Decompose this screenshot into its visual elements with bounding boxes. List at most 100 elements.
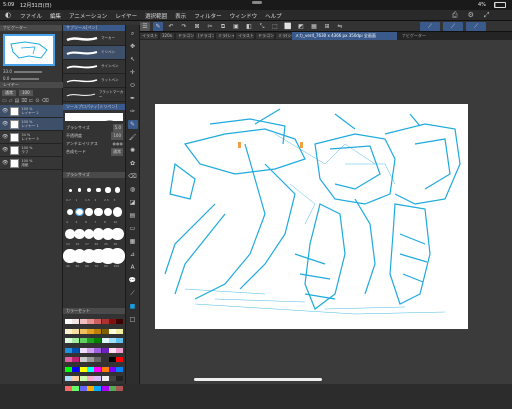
brush-size-preset[interactable] (86, 187, 92, 193)
tab-item[interactable]: イラスト(レイヤー) (236, 33, 255, 39)
color-swatch[interactable] (79, 347, 87, 353)
stabilizer-preset-1[interactable]: ⟋ (420, 22, 440, 31)
blend-value[interactable]: 通常 (111, 148, 123, 156)
color-swatch[interactable] (101, 385, 109, 391)
sub-color-icon[interactable]: □ (128, 315, 138, 324)
color-swatch[interactable] (116, 347, 124, 353)
color-swatch[interactable] (72, 338, 80, 343)
color-swatch[interactable] (65, 366, 72, 372)
opacity-value[interactable]: 100 (111, 132, 123, 140)
color-swatch[interactable] (86, 385, 94, 391)
move-tool-icon[interactable]: ✥ (128, 42, 138, 51)
color-swatch[interactable] (65, 347, 72, 353)
brush-item[interactable]: サインペン (63, 60, 125, 74)
brush-size-preset[interactable] (77, 188, 82, 192)
move-layer-icon[interactable]: ✛ (128, 68, 138, 77)
deselect-icon[interactable]: ⬜ (283, 22, 293, 31)
color-swatch[interactable] (65, 328, 72, 334)
eye-icon[interactable]: 👁 (2, 108, 8, 114)
menu-item[interactable]: フィルター (194, 12, 221, 20)
transform-icon[interactable]: ⤡ (257, 22, 267, 31)
tab-item[interactable]: ドラゴン(レイヤー) (176, 33, 195, 39)
fill-icon[interactable]: ◧ (244, 22, 254, 31)
app-logo-icon[interactable]: ◐ (5, 11, 11, 19)
balloon-tool-icon[interactable]: 💬 (128, 276, 138, 285)
tab-item[interactable]: 320x (160, 33, 175, 39)
brush-size-preset[interactable] (114, 187, 121, 193)
navigator-thumbnail[interactable] (3, 34, 55, 66)
color-swatch[interactable] (94, 366, 102, 372)
brush-size-preset[interactable] (75, 207, 84, 217)
hand-tool-icon[interactable]: ☰ (140, 22, 150, 31)
color-swatch[interactable] (116, 357, 124, 362)
brush-tool-icon[interactable]: 🖌 (128, 133, 138, 142)
color-swatch[interactable] (94, 357, 102, 362)
stabilizer-preset-2[interactable]: ⟋ (443, 22, 463, 31)
brush-size-preset[interactable] (94, 207, 103, 216)
cut-icon[interactable]: ✂ (205, 22, 215, 31)
color-swatch[interactable] (72, 357, 80, 362)
eye-icon[interactable]: 👁 (2, 147, 8, 153)
color-swatch[interactable] (65, 319, 72, 324)
color-swatch[interactable] (116, 385, 124, 391)
brush-size-preset[interactable] (66, 208, 74, 216)
eyedropper-tool-icon[interactable]: ✒ (128, 94, 138, 103)
color-swatch[interactable] (116, 328, 124, 334)
brush-item[interactable]: ミリペン (63, 46, 125, 60)
color-swatch[interactable] (65, 385, 72, 391)
paste-icon[interactable]: ▣ (231, 22, 241, 31)
new-layer-icon[interactable]: ▭ (2, 98, 7, 104)
layer-row[interactable]: 👁 100 % 用紙 (0, 157, 63, 170)
share-icon[interactable]: ⎙ (452, 11, 458, 20)
figure-tool-icon[interactable]: ▭ (128, 224, 138, 233)
color-swatch[interactable] (86, 366, 94, 372)
menu-item[interactable]: アニメーション (69, 12, 107, 20)
color-swatch[interactable] (116, 366, 124, 372)
color-swatch[interactable] (108, 357, 116, 362)
frame-tool-icon[interactable]: ▦ (128, 237, 138, 246)
eye-icon[interactable]: 👁 (2, 121, 8, 127)
menu-item[interactable]: ファイル (20, 12, 42, 20)
fullscreen-icon[interactable]: ⤢ (484, 11, 490, 20)
blend-mode-select[interactable]: 通常 (2, 90, 16, 96)
brush-size-value[interactable]: 5.0 (112, 124, 123, 132)
color-swatch[interactable] (86, 338, 94, 343)
select-all-icon[interactable]: ⬚ (270, 22, 280, 31)
layer-row[interactable]: 👁 34 % レイヤー 3 (0, 131, 63, 144)
zoom-slider[interactable] (13, 71, 42, 73)
color-swatch[interactable] (79, 338, 87, 343)
new-vector-layer-icon[interactable]: ▱ (9, 98, 13, 104)
gradient-tool-icon[interactable]: ▤ (128, 211, 138, 220)
color-swatch[interactable] (94, 319, 102, 324)
color-swatch[interactable] (94, 328, 102, 334)
color-swatch[interactable] (116, 319, 124, 324)
tab-item[interactable]: イラスト1(320x (140, 33, 158, 39)
eye-icon[interactable]: 👁 (2, 160, 8, 166)
color-swatch[interactable] (101, 328, 109, 334)
color-swatch[interactable] (72, 385, 80, 391)
color-swatch[interactable] (65, 357, 72, 362)
decoration-tool-icon[interactable]: ✿ (128, 159, 138, 168)
color-swatch[interactable] (65, 376, 72, 381)
ruler-icon[interactable]: ⊞ (322, 22, 332, 31)
color-swatch[interactable] (101, 366, 109, 372)
menu-item[interactable]: 編集 (50, 12, 61, 20)
fill-tool-icon[interactable]: ◪ (128, 198, 138, 207)
color-swatch[interactable] (116, 338, 124, 343)
color-swatch[interactable] (108, 319, 116, 324)
antialias-icon[interactable]: ●●● (113, 140, 123, 148)
tab-item[interactable]: ミラ(レイヤー) (216, 33, 235, 39)
color-swatch[interactable] (72, 376, 80, 381)
color-swatch[interactable] (86, 319, 94, 324)
redo-icon[interactable]: ↷ (179, 22, 189, 31)
menu-item[interactable]: ヘルプ (265, 12, 282, 20)
color-swatch[interactable] (108, 347, 116, 353)
color-swatch[interactable] (94, 385, 102, 391)
brush-size-preset[interactable] (109, 248, 126, 264)
color-swatch[interactable] (86, 328, 94, 334)
delete-layer-icon[interactable]: ⌫ (42, 98, 49, 104)
flip-icon[interactable]: ⇋ (335, 22, 345, 31)
copy-icon[interactable]: ⧉ (218, 22, 228, 31)
brush-size-preset[interactable] (96, 187, 101, 193)
menu-item[interactable]: 表示 (175, 12, 186, 20)
